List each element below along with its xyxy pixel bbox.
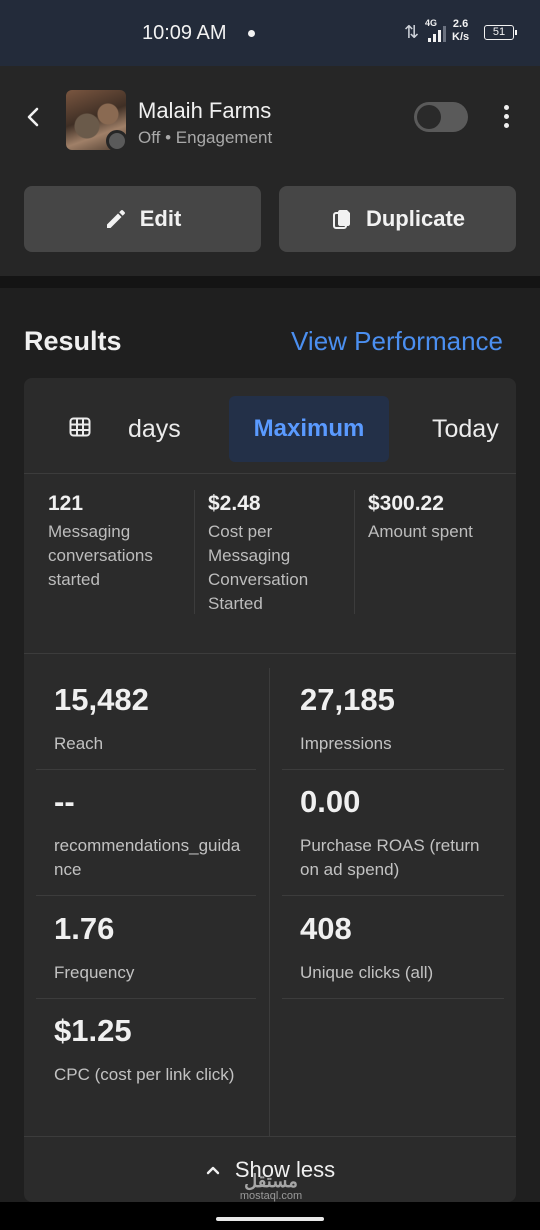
metric-label: CPC (cost per link click) <box>54 1065 235 1084</box>
watermark: مستقل mostaql.com <box>236 1172 306 1202</box>
metric-amount-spent: $300.22 Amount spent <box>368 492 508 544</box>
calendar-icon[interactable] <box>68 415 92 439</box>
watermark-arabic: مستقل <box>244 1171 298 1191</box>
metric-label: Frequency <box>54 963 135 982</box>
tab-days[interactable]: days <box>128 415 181 444</box>
grid-divider <box>269 668 270 1136</box>
back-button[interactable] <box>18 102 48 132</box>
view-performance-link[interactable]: View Performance <box>291 326 503 357</box>
status-bar: 10:09 AM ⇅ 4G 2.6 K/s 51 <box>0 0 540 66</box>
signal-icon <box>428 26 450 42</box>
row-divider <box>36 998 256 999</box>
duplicate-label: Duplicate <box>365 206 466 231</box>
row-divider <box>282 895 504 896</box>
date-range-tabs: days Maximum Today <box>24 378 516 474</box>
metric-value: $2.48 <box>208 492 261 515</box>
metric-cpc: $1.25 CPC (cost per link click) <box>54 1013 244 1087</box>
edit-button[interactable]: Edit <box>24 186 261 252</box>
results-title: Results <box>24 326 122 356</box>
page-name: Malaih Farms <box>138 98 272 123</box>
tab-maximum[interactable]: Maximum <box>229 396 389 462</box>
copy-icon <box>332 210 350 229</box>
key-metrics: 121 Messaging conversations started $2.4… <box>24 474 516 654</box>
metric-label: Amount spent <box>368 522 473 541</box>
row-divider <box>282 998 504 999</box>
section-divider <box>0 276 540 288</box>
row-divider <box>36 895 256 896</box>
metric-value: -- <box>54 784 75 819</box>
row-divider <box>282 769 504 770</box>
battery-icon: 51 <box>484 25 517 40</box>
results-card: days Maximum Today 121 Messaging convers… <box>24 378 516 1202</box>
row-divider <box>36 769 256 770</box>
campaign-subtitle: Off • Engagement <box>138 128 272 148</box>
speed-value: 2.6 <box>452 18 469 30</box>
campaign-toggle[interactable] <box>414 102 468 132</box>
watermark-domain: mostaql.com <box>239 1190 303 1202</box>
metric-frequency: 1.76 Frequency <box>54 911 254 985</box>
more-options-button[interactable] <box>496 102 516 132</box>
campaign-status: Off <box>138 128 161 147</box>
campaign-objective: Engagement <box>175 128 273 147</box>
metric-label: Messaging conversations started <box>48 522 153 589</box>
metric-messaging-conversations: 121 Messaging conversations started <box>48 492 188 592</box>
metric-value: 1.76 <box>54 911 115 946</box>
metric-value: $1.25 <box>54 1013 132 1048</box>
metric-label: Unique clicks (all) <box>300 963 434 982</box>
metric-value: 27,185 <box>300 682 395 717</box>
metric-impressions: 27,185 Impressions <box>300 682 500 756</box>
metric-recommendations: -- recommendations_guidance <box>54 784 244 882</box>
metric-purchase-roas: 0.00 Purchase ROAS (return on ad spend) <box>300 784 500 882</box>
metric-label: recommendations_guidance <box>54 836 241 879</box>
metric-reach: 15,482 Reach <box>54 682 254 756</box>
metric-label: Impressions <box>300 734 392 753</box>
separator-dot: • <box>165 128 176 147</box>
toggle-knob <box>417 105 441 129</box>
metric-separator <box>354 490 355 614</box>
network-speed: 2.6 K/s <box>452 18 469 44</box>
status-indicator <box>106 130 128 152</box>
metrics-grid: 15,482 Reach 27,185 Impressions -- recom… <box>24 654 516 1136</box>
edit-label: Edit <box>139 206 182 231</box>
metric-value: 408 <box>300 911 352 946</box>
data-transfer-icon: ⇅ <box>404 22 420 42</box>
metric-label: Reach <box>54 734 104 753</box>
chevron-up-icon <box>206 1166 220 1174</box>
pencil-icon <box>106 210 125 228</box>
navigation-bar <box>0 1202 540 1230</box>
tab-today[interactable]: Today <box>432 415 499 444</box>
home-indicator[interactable] <box>216 1217 324 1221</box>
more-vertical-icon <box>496 105 516 128</box>
metric-separator <box>194 490 195 614</box>
metric-value: 15,482 <box>54 682 149 717</box>
status-time: 10:09 AM <box>142 22 227 44</box>
notification-dot-icon <box>248 30 255 37</box>
metric-value: 121 <box>48 492 84 515</box>
speed-unit: K/s <box>452 31 470 43</box>
metric-label: Cost per Messaging Conversation Started <box>208 522 309 613</box>
campaign-header: Malaih Farms Off • Engagement Edit Dupli… <box>0 66 540 276</box>
duplicate-button[interactable]: Duplicate <box>279 186 516 252</box>
metric-label: Purchase ROAS (return on ad spend) <box>300 836 480 879</box>
metric-unique-clicks: 408 Unique clicks (all) <box>300 911 500 985</box>
metric-cost-per-conversation: $2.48 Cost per Messaging Conversation St… <box>208 492 348 616</box>
chevron-left-icon <box>27 107 39 127</box>
metric-value: 0.00 <box>300 784 361 819</box>
metric-value: $300.22 <box>368 492 444 515</box>
